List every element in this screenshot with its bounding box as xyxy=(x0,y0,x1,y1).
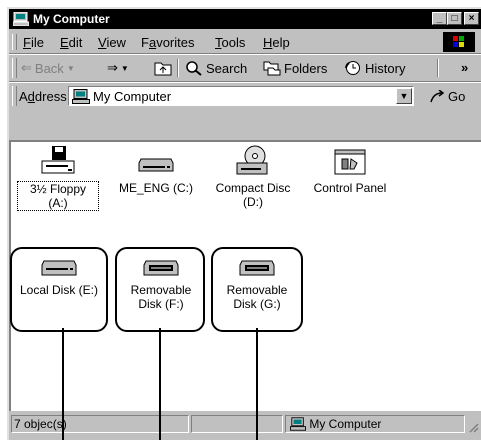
callout-outline-g xyxy=(211,247,303,332)
back-button[interactable]: ⇐ Back ▼ xyxy=(21,60,75,76)
windows-logo-icon xyxy=(443,32,475,52)
toolbar-overflow-button[interactable]: » xyxy=(461,60,468,75)
search-button[interactable]: Search xyxy=(185,60,247,76)
address-label: Address xyxy=(19,89,67,104)
close-button[interactable]: × xyxy=(464,12,479,25)
menu-help[interactable]: Help xyxy=(263,35,290,50)
window-title: My Computer xyxy=(33,12,110,26)
up-folder-button[interactable] xyxy=(154,60,172,76)
callout-leader-f xyxy=(159,328,161,440)
chevron-down-icon: ▼ xyxy=(120,63,129,73)
menu-view[interactable]: View xyxy=(98,35,126,50)
floppy-drive-icon xyxy=(41,146,75,174)
menu-file[interactable]: File xyxy=(23,35,44,50)
folders-button[interactable]: Folders xyxy=(263,60,327,76)
toolbar: ⇐ Back ▼ ⇒ ▼ Search Folders History » xyxy=(9,55,481,81)
title-bar[interactable]: My Computer _ □ × xyxy=(9,9,481,29)
toolbar-separator xyxy=(437,59,439,77)
menu-grip[interactable] xyxy=(12,34,17,50)
control-panel-icon xyxy=(334,149,366,175)
status-panel-empty xyxy=(191,415,283,433)
minimize-button[interactable]: _ xyxy=(432,12,447,25)
my-computer-window: My Computer _ □ × File Edit View Favorit… xyxy=(7,7,481,440)
folders-icon xyxy=(263,61,281,76)
address-grip[interactable] xyxy=(12,86,17,106)
maximize-button[interactable]: □ xyxy=(447,12,462,25)
address-bar: Address My Computer ▼ Go xyxy=(9,83,481,109)
status-bar: 7 objec(s) My Computer xyxy=(9,411,481,435)
menu-favorites[interactable]: Favorites xyxy=(141,35,194,50)
callout-leader-g xyxy=(256,328,258,440)
drive-item-cd[interactable]: Compact Disc (D:) xyxy=(207,145,299,209)
hard-disk-icon xyxy=(138,158,174,172)
cd-drive-icon xyxy=(236,145,268,175)
status-zone: My Computer xyxy=(285,415,465,433)
menu-edit[interactable]: Edit xyxy=(60,35,82,50)
toolbar-grip[interactable] xyxy=(12,58,17,78)
address-input[interactable]: My Computer ▼ xyxy=(68,86,414,106)
menu-bar: File Edit View Favorites Tools Help xyxy=(9,31,481,53)
callout-outline-f xyxy=(115,247,205,332)
drive-item-c[interactable]: ME_ENG (C:) xyxy=(113,145,199,195)
history-icon xyxy=(345,61,360,75)
forward-arrow-icon: ⇒ xyxy=(107,60,118,75)
resize-grip-icon[interactable] xyxy=(467,421,479,433)
chevron-down-icon: ▼ xyxy=(66,63,75,73)
forward-button[interactable]: ⇒ ▼ xyxy=(107,60,129,76)
history-button[interactable]: History xyxy=(344,60,405,76)
callout-leader-e xyxy=(62,328,64,440)
control-panel-item[interactable]: Control Panel xyxy=(307,145,393,195)
go-arrow-icon xyxy=(430,89,445,102)
chevron-down-icon: ▼ xyxy=(399,91,409,101)
address-value: My Computer xyxy=(93,89,172,104)
my-computer-icon xyxy=(290,417,306,431)
address-dropdown-button[interactable]: ▼ xyxy=(396,88,412,104)
menu-tools[interactable]: Tools xyxy=(215,35,245,50)
back-arrow-icon: ⇐ xyxy=(21,60,32,75)
go-button[interactable]: Go xyxy=(429,89,465,104)
up-folder-icon xyxy=(154,62,172,76)
status-object-count: 7 objec(s) xyxy=(11,415,189,433)
callout-outline-e xyxy=(10,247,108,332)
my-computer-icon xyxy=(72,89,90,104)
toolbar-separator xyxy=(177,59,179,77)
my-computer-icon xyxy=(13,12,29,26)
drive-item-floppy[interactable]: 3½ Floppy (A:) xyxy=(17,145,99,211)
search-icon xyxy=(186,61,202,76)
